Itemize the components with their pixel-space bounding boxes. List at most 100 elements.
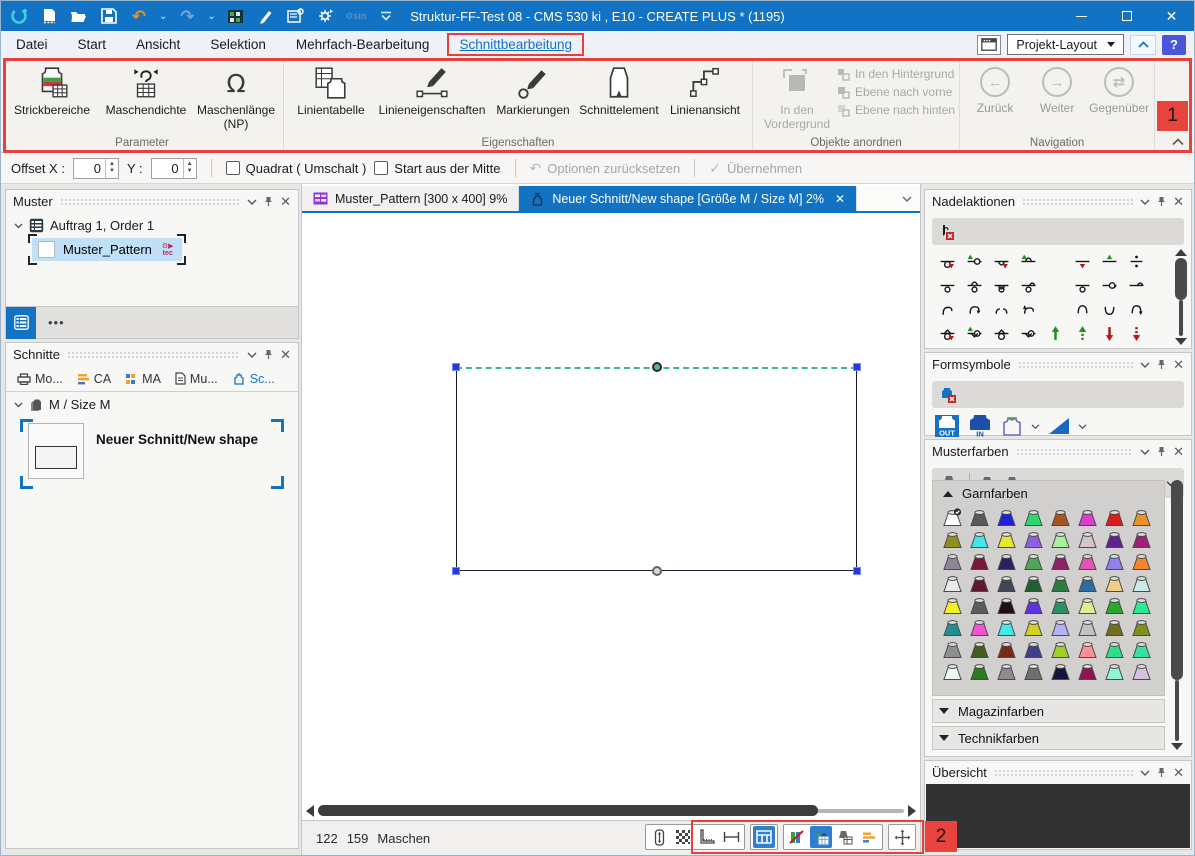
needle-action-icon[interactable]: [1015, 273, 1042, 297]
garnfarben-header[interactable]: Garnfarben: [937, 483, 1160, 504]
tab-muster-doc[interactable]: Mu...: [168, 366, 225, 391]
yarn-color-swatch[interactable]: [993, 571, 1020, 593]
shape-handle-top-mid[interactable]: [652, 362, 662, 372]
needle-action-icon[interactable]: [961, 321, 988, 345]
yarn-color-swatch[interactable]: [1020, 527, 1047, 549]
spinner-arrows-icon[interactable]: ▲▼: [183, 159, 196, 178]
tree-expand-icon[interactable]: [14, 402, 23, 408]
selected-needle-action[interactable]: [932, 218, 1184, 245]
expand-section-icon[interactable]: [939, 735, 949, 741]
needle-action-icon[interactable]: [1015, 321, 1042, 345]
yarn-color-swatch[interactable]: [1101, 659, 1128, 681]
yarn-color-swatch[interactable]: [1101, 527, 1128, 549]
needle-action-icon[interactable]: [1096, 297, 1123, 321]
scroll-down-icon[interactable]: [1175, 338, 1187, 345]
needle-action-icon[interactable]: [1123, 297, 1150, 321]
menu-mehrfach-bearbeitung[interactable]: Mehrfach-Bearbeitung: [281, 33, 445, 56]
undo-icon[interactable]: ↶: [129, 6, 149, 26]
chevron-down-icon[interactable]: [1140, 362, 1150, 368]
menu-ansicht[interactable]: Ansicht: [121, 33, 195, 56]
needle-action-icon[interactable]: [1123, 273, 1150, 297]
menu-datei[interactable]: Datei: [1, 33, 63, 56]
drawing-canvas[interactable]: [302, 215, 920, 802]
yarn-color-swatch[interactable]: [1101, 549, 1128, 571]
needle-action-icon[interactable]: [1123, 321, 1150, 345]
yarn-color-swatch[interactable]: [1128, 549, 1155, 571]
scrollbar-thumb[interactable]: [1175, 258, 1187, 300]
yarn-color-swatch[interactable]: [1047, 549, 1074, 571]
pin-icon[interactable]: [1157, 196, 1166, 207]
customize-toolbar-icon[interactable]: [376, 6, 396, 26]
yarn-color-swatch[interactable]: [1074, 615, 1101, 637]
scrollbar-track[interactable]: [1175, 680, 1179, 741]
yarn-color-swatch[interactable]: [993, 527, 1020, 549]
scrollbar-thumb[interactable]: [1171, 480, 1183, 680]
window-layout-icon[interactable]: [977, 35, 1001, 55]
expand-section-icon[interactable]: [939, 708, 949, 714]
offset-x-input[interactable]: 0 ▲▼: [73, 158, 119, 179]
spinner-arrows-icon[interactable]: ▲▼: [105, 159, 118, 178]
close-icon[interactable]: ✕: [280, 194, 291, 210]
scroll-up-icon[interactable]: [1175, 249, 1187, 256]
yarn-color-swatch[interactable]: [966, 637, 993, 659]
yarn-color-swatch[interactable]: [966, 615, 993, 637]
close-icon[interactable]: ✕: [1173, 444, 1184, 460]
yarn-color-swatch[interactable]: [966, 571, 993, 593]
save-icon[interactable]: [99, 6, 119, 26]
needle-action-icon[interactable]: [934, 273, 961, 297]
shape-handle-bottom-left[interactable]: [452, 567, 460, 575]
yarn-color-swatch[interactable]: [1047, 505, 1074, 527]
draw-pen-icon[interactable]: [256, 6, 276, 26]
needle-action-icon[interactable]: [1069, 273, 1096, 297]
minimize-button[interactable]: [1059, 1, 1104, 31]
yarn-color-swatch[interactable]: [1128, 505, 1155, 527]
tab-module-arrangement[interactable]: MA: [118, 366, 168, 391]
needle-action-icon[interactable]: [1015, 297, 1042, 321]
yarn-color-swatch[interactable]: [939, 615, 966, 637]
shape-in-button[interactable]: IN: [967, 414, 993, 438]
yarn-color-swatch[interactable]: [939, 571, 966, 593]
shape-outline-button[interactable]: [1000, 415, 1024, 437]
pan-tool-icon[interactable]: [891, 826, 913, 848]
yarn-color-swatch[interactable]: [993, 659, 1020, 681]
yarn-color-swatch[interactable]: [993, 549, 1020, 571]
close-button[interactable]: ✕: [1149, 1, 1194, 31]
chevron-down-icon[interactable]: [1140, 199, 1150, 205]
musterfarben-scrollbar[interactable]: [1169, 480, 1184, 750]
yarn-color-swatch[interactable]: [1101, 571, 1128, 593]
cut-shape[interactable]: [456, 369, 857, 571]
chevron-down-icon[interactable]: [1140, 449, 1150, 455]
horizontal-scrollbar[interactable]: [302, 802, 920, 819]
needle-action-icon[interactable]: [1042, 321, 1069, 345]
order-tree-item[interactable]: Auftrag 1, Order 1: [6, 213, 298, 238]
yarn-color-swatch[interactable]: [1020, 637, 1047, 659]
maschendichte-button[interactable]: Maschendichte: [99, 61, 193, 118]
linienansicht-button[interactable]: Linienansicht: [662, 61, 748, 118]
tab-color-arrangement[interactable]: CA: [70, 366, 118, 391]
needle-actions-scrollbar[interactable]: [1173, 249, 1188, 345]
sequence-view-icon[interactable]: [858, 826, 880, 848]
pin-icon[interactable]: [264, 196, 273, 207]
needle-action-icon[interactable]: [1015, 249, 1042, 273]
linieneigenschaften-button[interactable]: Linieneigenschaften: [374, 61, 490, 118]
strickbereiche-button[interactable]: Strickbereiche: [5, 61, 99, 118]
shape-handle-bottom-right[interactable]: [853, 567, 861, 575]
needle-action-icon[interactable]: [934, 321, 961, 345]
menu-schnittbearbeitung[interactable]: Schnittbearbeitung: [447, 33, 584, 56]
needle-action-icon[interactable]: [1096, 321, 1123, 345]
pattern-tree-item-selected[interactable]: Muster_Pattern ⚙▶tec: [32, 238, 182, 261]
pin-icon[interactable]: [1157, 446, 1166, 457]
needle-action-icon[interactable]: [961, 297, 988, 321]
stitch-width-view-icon[interactable]: [720, 826, 742, 848]
needle-action-icon[interactable]: [988, 249, 1015, 273]
ruler-view-icon[interactable]: [696, 826, 718, 848]
needle-action-icon[interactable]: [934, 249, 961, 273]
yarn-color-swatch[interactable]: [939, 549, 966, 571]
needle-action-icon[interactable]: [988, 273, 1015, 297]
shape-out-button[interactable]: OUT: [934, 414, 960, 438]
checkbox-icon[interactable]: [374, 161, 388, 175]
collapse-section-icon[interactable]: [943, 491, 953, 497]
quadrat-checkbox[interactable]: Quadrat ( Umschalt ): [226, 161, 367, 176]
chevron-down-icon[interactable]: [1140, 770, 1150, 776]
yarn-color-swatch[interactable]: [966, 659, 993, 681]
